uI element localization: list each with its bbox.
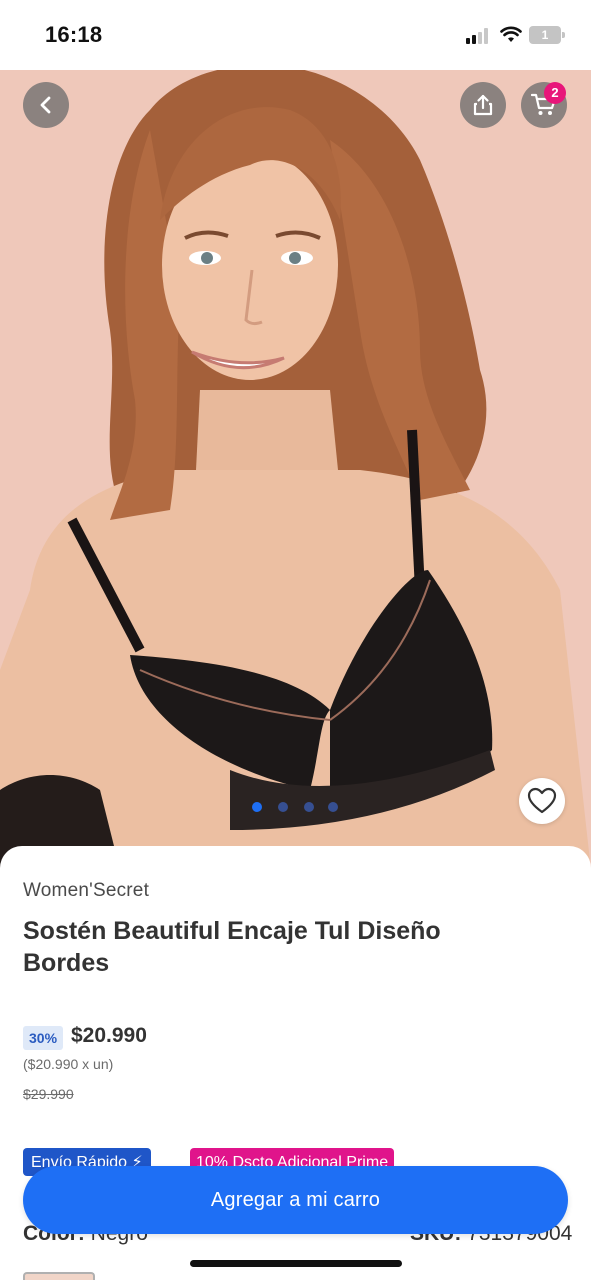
product-photo	[0, 70, 591, 870]
gallery-dot-3[interactable]	[304, 802, 314, 812]
original-price: $29.990	[23, 1086, 74, 1102]
heart-icon	[527, 787, 557, 814]
battery-level: 1	[541, 28, 549, 42]
gallery-dot-4[interactable]	[328, 802, 338, 812]
gallery-dot-1[interactable]	[252, 802, 262, 812]
cart-count-badge: 2	[544, 82, 566, 104]
wifi-icon	[500, 26, 522, 42]
gallery-dot-2[interactable]	[278, 802, 288, 812]
share-icon	[473, 94, 493, 116]
product-image[interactable]	[0, 70, 591, 870]
cellular-signal-icon	[466, 28, 492, 44]
product-brand[interactable]: Women'Secret	[23, 880, 149, 902]
add-to-cart-button[interactable]: Agregar a mi carro	[23, 1166, 568, 1234]
discount-badge: 30%	[23, 1026, 64, 1050]
back-button[interactable]	[23, 82, 69, 128]
product-price: $20.990	[71, 1024, 147, 1047]
unit-price: ($20.990 x un)	[23, 1056, 114, 1072]
gallery-pagination[interactable]	[250, 802, 350, 814]
color-swatch-thumbnail[interactable]	[23, 1272, 95, 1280]
battery-icon: 1	[529, 26, 565, 44]
home-indicator	[190, 1260, 402, 1267]
chevron-left-icon	[40, 96, 51, 114]
status-bar: 16:18 1	[0, 0, 591, 70]
status-time: 16:18	[45, 22, 103, 47]
product-title: Sostén Beautiful Encaje Tul Diseño Borde…	[23, 917, 441, 977]
favorite-button[interactable]	[519, 778, 565, 824]
share-button[interactable]	[460, 82, 506, 128]
